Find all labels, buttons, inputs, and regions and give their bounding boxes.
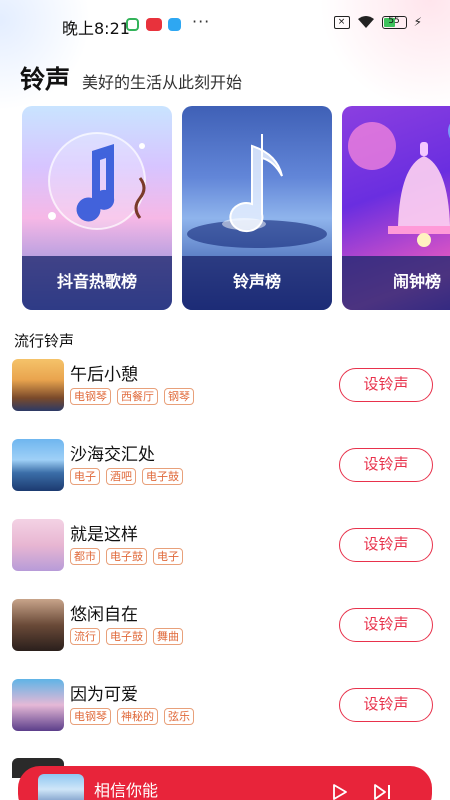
song-name: 因为可爱 <box>70 685 138 705</box>
song-tags: 电钢琴 西餐厅 钢琴 <box>70 388 194 405</box>
page-title: 铃声 <box>20 65 71 94</box>
charging-bolt-icon: ⚡ <box>413 15 422 29</box>
song-cover-image <box>12 439 64 491</box>
song-tag: 电钢琴 <box>70 708 111 725</box>
song-tag: 电子鼓 <box>106 628 147 645</box>
alarm-bell-icon <box>348 122 450 247</box>
song-tag: 电子 <box>70 468 100 485</box>
app-notification-icon <box>146 18 162 31</box>
category-carousel[interactable]: 抖音热歌榜 铃声榜 闹钟榜 <box>22 106 450 312</box>
song-tag: 电钢琴 <box>70 388 111 405</box>
set-ringtone-button[interactable]: 设铃声 <box>339 608 433 642</box>
category-card-ringtone[interactable]: 铃声榜 <box>182 106 332 310</box>
song-cover-image <box>12 679 64 731</box>
status-bar: 晚上8:21 ··· × 55 ⚡ <box>0 0 450 52</box>
play-icon[interactable] <box>332 784 348 800</box>
wechat-notification-icon <box>126 18 139 31</box>
category-label: 铃声榜 <box>232 272 281 291</box>
song-tag: 都市 <box>70 548 100 565</box>
next-track-icon[interactable] <box>373 784 391 800</box>
song-tags: 都市 电子鼓 电子 <box>70 548 183 565</box>
player-song-title: 相信你能 <box>94 781 159 800</box>
more-notifications-icon: ··· <box>192 12 211 31</box>
song-tag: 弦乐 <box>164 708 194 725</box>
category-label: 闹钟榜 <box>392 272 441 291</box>
message-notification-icon <box>168 18 181 31</box>
set-ringtone-button[interactable]: 设铃声 <box>339 368 433 402</box>
song-tag: 电子鼓 <box>106 548 147 565</box>
music-note-bubble-icon <box>48 132 146 230</box>
song-cover-image <box>12 599 64 651</box>
song-tag: 钢琴 <box>164 388 194 405</box>
category-card-douyin-hot[interactable]: 抖音热歌榜 <box>22 106 172 310</box>
song-name: 悠闲自在 <box>70 605 138 625</box>
song-row[interactable]: 沙海交汇处 电子 酒吧 电子鼓 设铃声 <box>0 436 450 494</box>
song-row[interactable]: 悠闲自在 流行 电子鼓 舞曲 设铃声 <box>0 596 450 654</box>
player-cover-image <box>38 774 84 800</box>
song-cover-image <box>12 359 64 411</box>
song-tags: 电钢琴 神秘的 弦乐 <box>70 708 194 725</box>
song-row[interactable]: 就是这样 都市 电子鼓 电子 设铃声 <box>0 516 450 574</box>
no-sim-icon: × <box>333 15 350 29</box>
set-ringtone-button[interactable]: 设铃声 <box>339 528 433 562</box>
song-name: 午后小憩 <box>70 365 138 385</box>
set-ringtone-button[interactable]: 设铃声 <box>339 688 433 722</box>
song-tags: 电子 酒吧 电子鼓 <box>70 468 183 485</box>
category-card-alarm[interactable]: 闹钟榜 <box>342 106 450 310</box>
mini-player[interactable]: 相信你能 <box>18 766 432 800</box>
song-row[interactable]: 因为可爱 电钢琴 神秘的 弦乐 设铃声 <box>0 676 450 734</box>
song-tag: 神秘的 <box>117 708 158 725</box>
category-label: 抖音热歌榜 <box>56 272 137 291</box>
song-tag: 流行 <box>70 628 100 645</box>
wifi-icon <box>357 16 374 28</box>
set-ringtone-button[interactable]: 设铃声 <box>339 448 433 482</box>
song-tags: 流行 电子鼓 舞曲 <box>70 628 183 645</box>
song-name: 沙海交汇处 <box>70 445 155 465</box>
song-tag: 电子鼓 <box>142 468 183 485</box>
song-tag: 舞曲 <box>153 628 183 645</box>
song-cover-image <box>12 519 64 571</box>
battery-level: 55 <box>388 15 400 26</box>
status-time: 晚上8:21 <box>62 19 130 38</box>
section-title: 流行铃声 <box>14 332 75 350</box>
page-header: 铃声 美好的生活从此刻开始 <box>20 60 242 96</box>
status-indicators: × 55 ⚡ <box>333 15 422 29</box>
battery-icon: 55 <box>381 15 407 29</box>
song-tag: 酒吧 <box>106 468 136 485</box>
song-tag: 电子 <box>153 548 183 565</box>
song-tag: 西餐厅 <box>117 388 158 405</box>
glass-music-note-icon <box>187 134 327 248</box>
song-row[interactable]: 午后小憩 电钢琴 西餐厅 钢琴 设铃声 <box>0 356 450 414</box>
page-subtitle: 美好的生活从此刻开始 <box>82 73 243 92</box>
song-name: 就是这样 <box>70 525 138 545</box>
